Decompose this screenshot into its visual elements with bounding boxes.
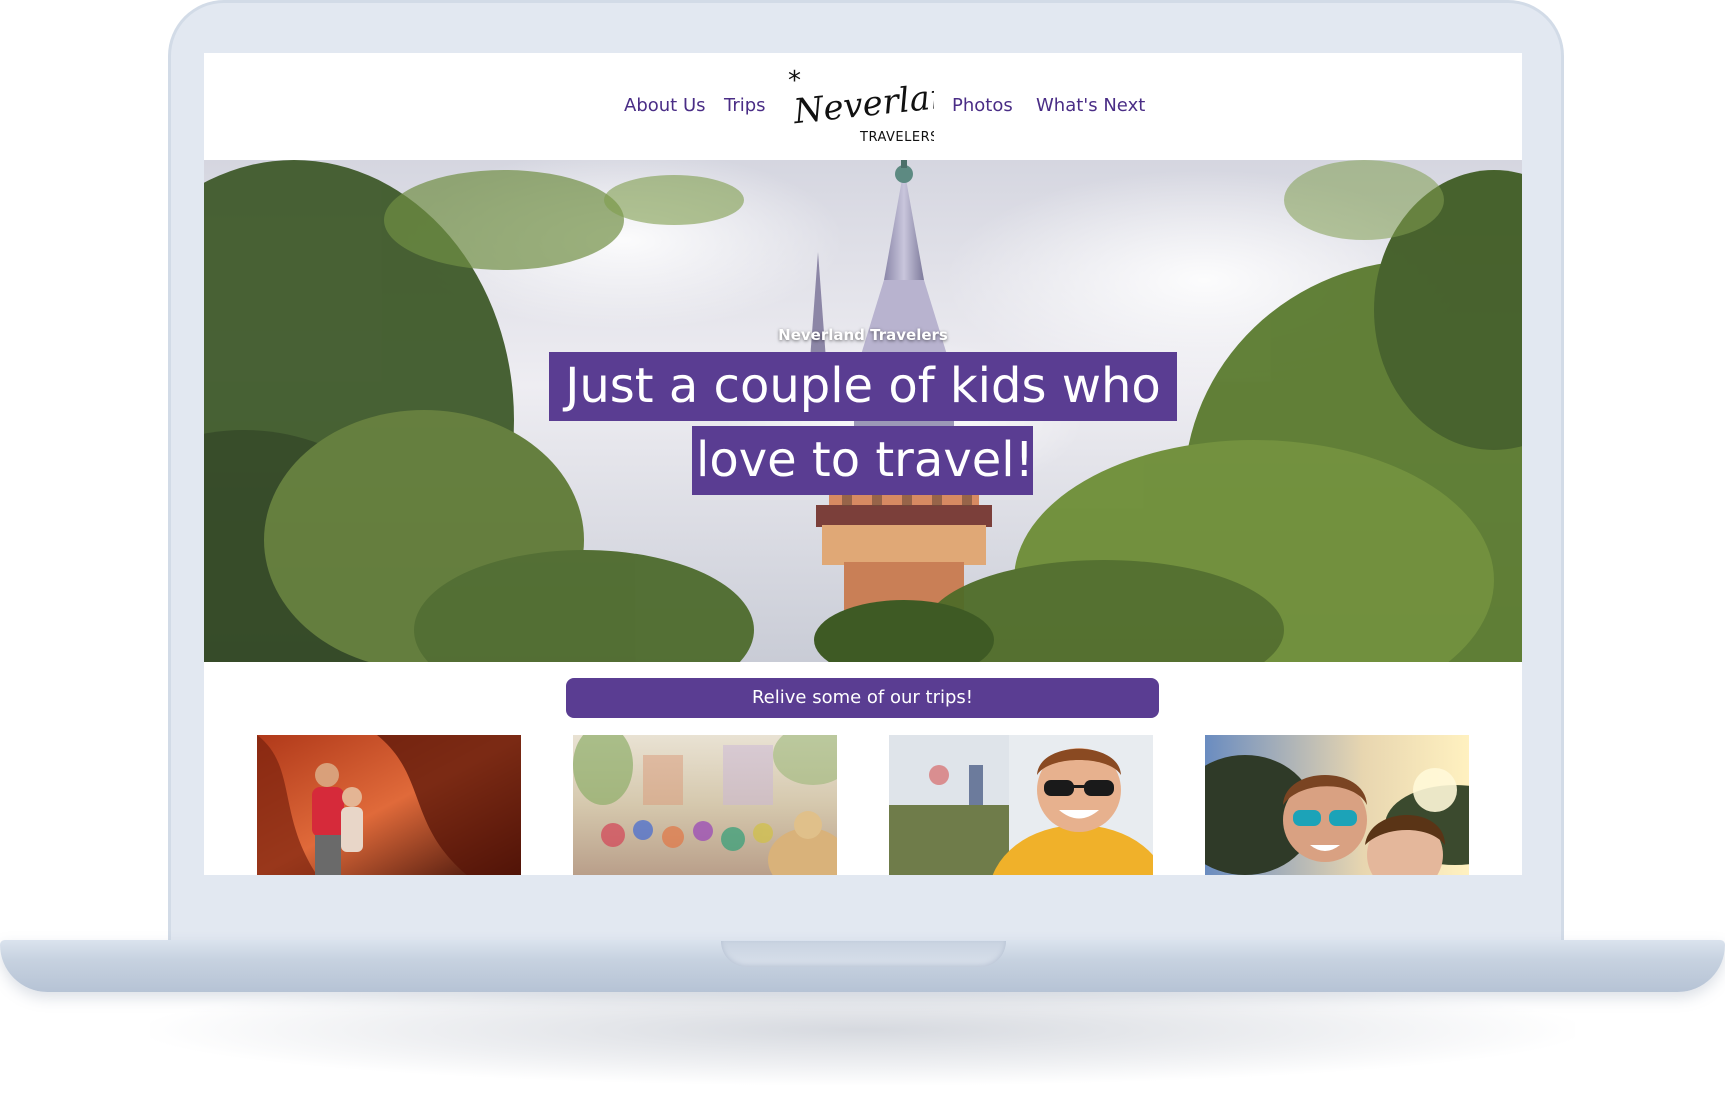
site-header: About Us Trips * Neverland TRAVELERS Pho…: [204, 53, 1522, 160]
trip-thumbnail-theme-park[interactable]: [573, 735, 837, 875]
trip-thumbnail-sunset[interactable]: [1205, 735, 1469, 875]
website-screen: About Us Trips * Neverland TRAVELERS Pho…: [204, 53, 1522, 875]
theme-park-crowd-photo-icon: [573, 735, 837, 875]
nav-about-us[interactable]: About Us: [624, 95, 706, 116]
laptop-notch: [721, 941, 1006, 967]
logo-graphic: * Neverland TRAVELERS: [788, 66, 975, 145]
logo-sub-text: TRAVELERS: [859, 130, 934, 145]
nav-photos[interactable]: Photos: [952, 95, 1013, 116]
canyon-couple-photo-icon: [257, 735, 521, 875]
sunset-selfie-photo-icon: [1205, 735, 1469, 875]
hero-kicker: Neverland Travelers: [778, 326, 948, 344]
nav-trips[interactable]: Trips: [724, 95, 766, 116]
hero-headline-line-1: Just a couple of kids who: [549, 352, 1177, 421]
logo-main-text: Neverland: [791, 74, 934, 133]
hero-headline-line-2: love to travel!: [692, 426, 1034, 495]
trip-thumbnail-sunglasses[interactable]: [889, 735, 1153, 875]
sunglasses-selfie-photo-icon: [889, 735, 1153, 875]
trip-thumbnail-canyon[interactable]: [257, 735, 521, 875]
hero-section: Neverland Travelers Just a couple of kid…: [204, 160, 1522, 662]
device-mockup: About Us Trips * Neverland TRAVELERS Pho…: [0, 0, 1725, 1099]
nav-whats-next[interactable]: What's Next: [1036, 95, 1145, 116]
relive-trips-button[interactable]: Relive some of our trips!: [566, 678, 1159, 718]
neverland-travelers-logo[interactable]: * Neverland TRAVELERS: [784, 65, 975, 149]
